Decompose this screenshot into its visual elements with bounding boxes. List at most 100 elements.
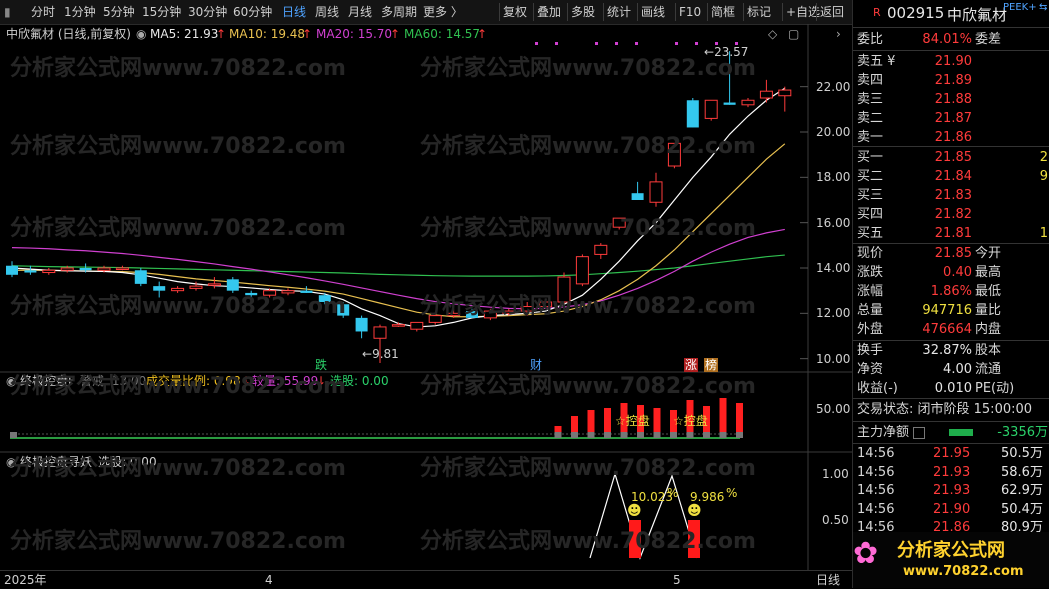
stat-row-1-label: 净资 (857, 362, 884, 377)
toolbar-action-7[interactable]: 标记 (747, 4, 771, 20)
watermark-13: 分析家公式网www.70822.com (10, 529, 346, 554)
divider (853, 146, 1049, 147)
ind1-bar-base (554, 432, 562, 438)
period-tab-4[interactable]: 30分钟 (188, 4, 227, 20)
period-tab-2[interactable]: 5分钟 (103, 4, 135, 20)
toolbar-action-4[interactable]: 画线 (641, 4, 665, 20)
buy-level-4[interactable]: 买四 21.82 (853, 205, 1049, 224)
toolbar-action-3[interactable]: 统计 (607, 4, 631, 20)
tick-row: 14:56 21.93 58.6万 (853, 464, 1049, 482)
site-logo: ✿ 分析家公式网 www.70822.com (853, 532, 1049, 588)
candle-body (115, 267, 129, 270)
tick-price: 21.93 (933, 483, 971, 498)
candle-body (171, 287, 185, 292)
net-flow-toggle-icon[interactable] (913, 427, 925, 439)
tag-die[interactable]: 跌 (315, 358, 327, 372)
watermark-8: 分析家公式网www.70822.com (420, 294, 756, 319)
signal-dot (615, 42, 618, 45)
buy-level-1[interactable]: 买一 21.85 2 (853, 148, 1049, 167)
toolbar-action-9[interactable]: 返回 (820, 4, 844, 20)
price-axis-label: 12.00 (816, 306, 851, 321)
sell-level-1-value: 21.86 (934, 130, 972, 145)
tag-bang[interactable]: 榜 (704, 358, 719, 372)
tick-volume: 50.4万 (1001, 501, 1043, 517)
sell-level-1[interactable]: 卖一 21.86 (853, 128, 1049, 147)
kongpan-label-2: ☆控盘 (673, 414, 708, 428)
stat-row-2-value: 0.010 (934, 381, 972, 396)
smiley-icon-2: ☻ (687, 503, 702, 519)
buy-level-2[interactable]: 买二 21.84 9 (853, 167, 1049, 186)
buy-level-3[interactable]: 买三 21.83 (853, 186, 1049, 205)
weibi-row-label: 委比 (857, 32, 884, 47)
toolbar-handle-icon[interactable]: ▮ (4, 4, 11, 20)
peek-icon[interactable]: ⇆ (1039, 2, 1047, 13)
indicator2-pct2-sign: % (726, 486, 738, 500)
ma-toggle-icon[interactable]: ◉ (136, 27, 146, 41)
time-axis-year: 2025年 (4, 573, 47, 587)
quote-row-0[interactable]: 现价 21.85 今开 (853, 244, 1049, 263)
quote-row-2[interactable]: 涨幅 1.86% 最低 (853, 282, 1049, 301)
toolbar-action-6[interactable]: 简框 (711, 4, 735, 20)
buy-level-1-value: 21.85 (934, 150, 972, 165)
candle-body (594, 244, 608, 255)
ind1-bar-base (604, 432, 611, 438)
flower-icon: ✿ (853, 536, 879, 571)
period-tab-5[interactable]: 60分钟 (233, 4, 272, 20)
toolbar-action-1[interactable]: 叠加 (537, 4, 561, 20)
quote-row-1-value: 0.40 (943, 265, 972, 280)
sell-level-2[interactable]: 卖二 21.87 (853, 109, 1049, 128)
stat-row-2[interactable]: 收益(-) 0.010 PE(动) (853, 379, 1049, 398)
buy-level-1-label: 买一 (857, 150, 884, 165)
window-restore-icon[interactable]: ▢ (788, 27, 799, 41)
expand-arrow-icon[interactable]: › (836, 27, 841, 41)
toolbar-action-0[interactable]: 复权 (503, 4, 527, 20)
ma5-line (11, 87, 786, 328)
tick-volume: 58.6万 (1001, 464, 1043, 480)
stat-row-1[interactable]: 净资 4.00 流通 (853, 360, 1049, 379)
indicator2-pct2: 9.986 (690, 490, 725, 504)
price-axis-label: 20.00 (816, 125, 851, 139)
period-tab-9[interactable]: 多周期 (381, 4, 417, 20)
candle-body (723, 102, 736, 105)
stat-row-0[interactable]: 换手 32.87% 股本 (853, 341, 1049, 360)
time-axis-mode[interactable]: 日线 (816, 573, 840, 587)
quote-row-3[interactable]: 总量 947716 量比 (853, 301, 1049, 320)
toolbar-action-5[interactable]: F10 (679, 4, 701, 20)
period-tab-1[interactable]: 1分钟 (64, 4, 96, 20)
sell-level-4-value: 21.89 (934, 73, 972, 88)
quote-row-4[interactable]: 外盘 476664 内盘 (853, 320, 1049, 339)
period-tab-0[interactable]: 分时 (31, 4, 55, 20)
diamond-icon[interactable]: ◇ (768, 27, 777, 41)
period-tab-3[interactable]: 15分钟 (142, 4, 181, 20)
ind1-bar-base (571, 432, 578, 438)
tick-volume: 50.5万 (1001, 446, 1043, 461)
peek-link[interactable]: PEEK+ (1003, 2, 1037, 13)
price-axis-label: 22.00 (816, 79, 851, 94)
weibi-row-label2: 委差 (975, 32, 1002, 47)
quote-row-1[interactable]: 涨跌 0.40 最高 (853, 263, 1049, 282)
sell-level-5[interactable]: 卖五 ¥ 21.90 (853, 52, 1049, 71)
logo-url: www.70822.com (903, 564, 1024, 579)
time-axis-may: 5 (673, 573, 681, 587)
weibi-row[interactable]: 委比 84.01% 委差 (853, 30, 1049, 49)
signal-dot (595, 42, 598, 45)
sell-level-3[interactable]: 卖三 21.88 (853, 90, 1049, 109)
candle-body (97, 267, 111, 271)
period-tab-10[interactable]: 更多 〉 (423, 4, 463, 20)
buy-level-5[interactable]: 买五 21.81 1 (853, 224, 1049, 243)
time-axis-april: 4 (265, 573, 273, 587)
tag-cai[interactable]: 财 (530, 358, 542, 372)
period-tab-7[interactable]: 周线 (315, 4, 339, 20)
toolbar-action-2[interactable]: 多股 (571, 4, 595, 20)
period-tab-6[interactable]: 日线 (282, 4, 306, 20)
candle-body (741, 99, 755, 106)
net-flow-row[interactable]: 主力净额 -3356万 (853, 423, 1049, 442)
ma10-arrow: ↑ (302, 27, 313, 41)
sell-level-1-label: 卖一 (857, 130, 884, 145)
tag-zhang[interactable]: 涨 (684, 358, 699, 372)
toolbar-action-8[interactable]: +自选 (786, 4, 820, 20)
divider (853, 443, 1049, 444)
period-tab-8[interactable]: 月线 (348, 4, 372, 20)
watermark-11: 分析家公式网www.70822.com (10, 456, 346, 481)
sell-level-4[interactable]: 卖四 21.89 (853, 71, 1049, 90)
